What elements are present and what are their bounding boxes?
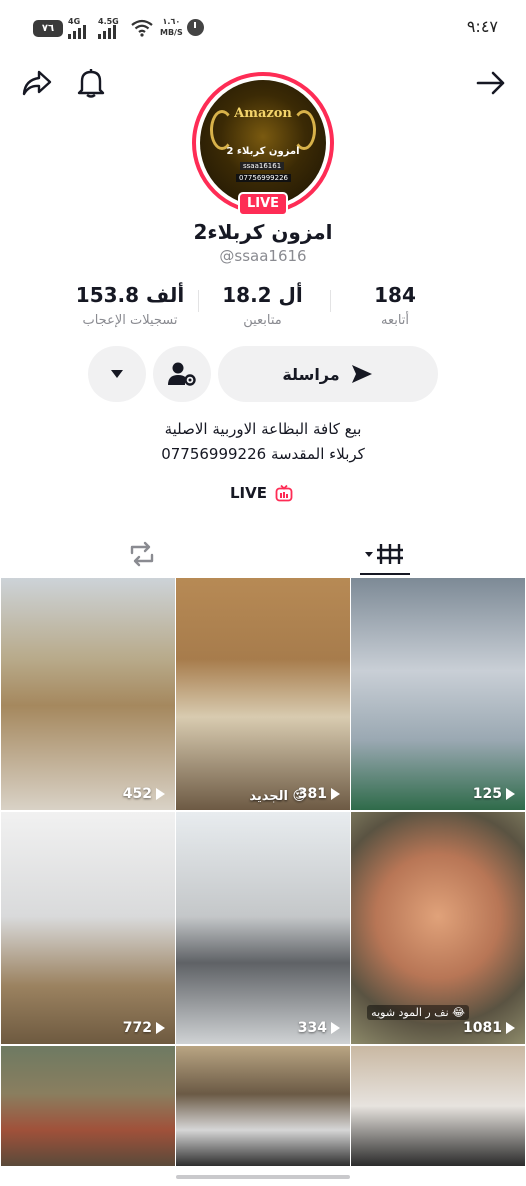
more-options-button[interactable] bbox=[88, 346, 146, 402]
live-link-label: LIVE bbox=[230, 484, 267, 502]
share-icon bbox=[22, 70, 52, 96]
signal-2-icon: 4.5G bbox=[98, 17, 124, 39]
video-tile[interactable] bbox=[1, 1046, 175, 1166]
stat-likes[interactable]: 153.8 ألف تسجيلات الإعجاب bbox=[70, 283, 190, 328]
video-tile[interactable]: 334 bbox=[176, 812, 350, 1044]
display-name: امزون كربلاء2 bbox=[193, 220, 333, 244]
status-time: ٩:٤٧ bbox=[466, 17, 498, 36]
live-badge[interactable]: LIVE bbox=[238, 192, 288, 216]
bell-icon bbox=[77, 69, 105, 98]
avatar-image: Amazon امزون كربلاء 2 ssaa16161 07756999… bbox=[200, 80, 326, 206]
signal-1-icon: 4G bbox=[68, 17, 92, 39]
video-tile[interactable] bbox=[176, 1046, 350, 1166]
repost-icon bbox=[130, 541, 154, 567]
stat-followers[interactable]: 18.2 أل متابعين bbox=[210, 283, 315, 328]
video-tile[interactable]: 772 bbox=[1, 812, 175, 1044]
videos-grid-icon bbox=[365, 544, 403, 564]
reposts-tab[interactable] bbox=[110, 534, 174, 574]
avatar-shop-text: امزون كربلاء 2 bbox=[226, 146, 300, 157]
avatar-handle-text: ssaa16161 bbox=[240, 162, 285, 170]
avatar-brand-text: Amazon bbox=[234, 106, 292, 121]
caret-down-icon bbox=[111, 370, 123, 378]
live-link[interactable]: LIVE bbox=[230, 484, 293, 502]
wifi-icon bbox=[131, 19, 153, 37]
home-indicator[interactable] bbox=[176, 1175, 350, 1179]
video-tile[interactable] bbox=[351, 1046, 525, 1166]
notifications-button[interactable] bbox=[74, 66, 108, 100]
network-speed: ١.٦٠ MB/S bbox=[160, 17, 183, 37]
video-tile[interactable]: 125 bbox=[351, 578, 525, 810]
bio-line-2: 07756999226 كربلاء المقدسة bbox=[161, 445, 365, 463]
stat-following[interactable]: 184 أتابعه bbox=[345, 283, 445, 328]
message-label: مراسلة bbox=[282, 364, 340, 384]
videos-tab[interactable] bbox=[350, 534, 420, 574]
battery-indicator: ٧٦ bbox=[33, 20, 63, 37]
video-tile[interactable]: الجديد 😍 381 bbox=[176, 578, 350, 810]
status-bar: ٧٦ 4G 4.5G ١.٦٠ MB/S ٩:٤٧ bbox=[0, 0, 526, 56]
alarm-icon bbox=[187, 19, 204, 36]
username: @ssaa1616 bbox=[219, 247, 307, 265]
avatar-phone-text: 07756999226 bbox=[236, 174, 291, 182]
bio-line-1: بيع كافة البظاعة الاوربية الاصلية bbox=[164, 420, 362, 438]
active-tab-indicator bbox=[360, 573, 410, 575]
tv-icon bbox=[275, 484, 293, 502]
follow-settings-button[interactable] bbox=[153, 346, 211, 402]
back-button[interactable] bbox=[474, 66, 508, 100]
message-button[interactable]: مراسلة bbox=[218, 346, 438, 402]
user-settings-icon bbox=[168, 362, 196, 386]
send-icon bbox=[351, 365, 372, 383]
video-tile[interactable]: 452 bbox=[1, 578, 175, 810]
arrow-right-icon bbox=[476, 71, 505, 95]
share-button[interactable] bbox=[20, 66, 54, 100]
video-tile[interactable]: نف ر المود شويه 😂 1081 bbox=[351, 812, 525, 1044]
